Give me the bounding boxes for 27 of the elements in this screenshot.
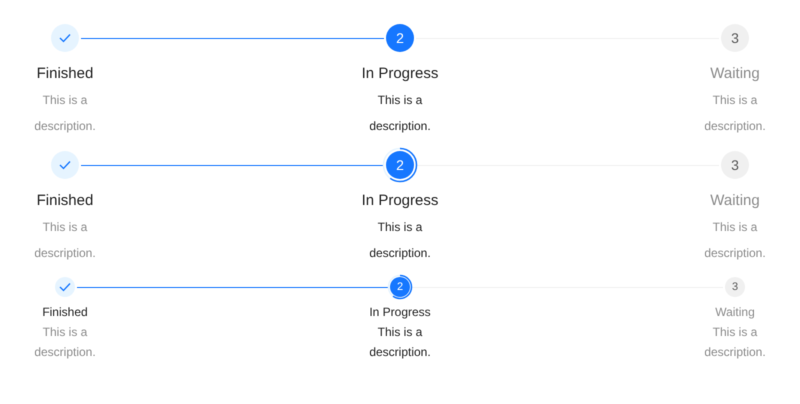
step-description: This is a description. (703, 324, 767, 361)
check-icon (55, 277, 75, 297)
step-title: Finished (42, 304, 88, 321)
step-title: In Progress (362, 64, 438, 84)
step-number: 2 (390, 277, 410, 297)
check-icon (51, 24, 79, 52)
step-number: 3 (721, 24, 749, 52)
step-description: This is a description. (703, 92, 767, 135)
step-description: This is a description. (368, 92, 432, 135)
check-icon (51, 151, 79, 179)
step-description: This is a description. (33, 219, 97, 262)
step-title: Waiting (710, 64, 760, 84)
step-title: In Progress (369, 304, 431, 321)
step-description: This is a description. (33, 324, 97, 361)
step-number: 3 (721, 151, 749, 179)
step-title: Finished (36, 191, 94, 211)
step-title: Waiting (710, 191, 760, 211)
step-number: 3 (725, 277, 745, 297)
step-description: This is a description. (368, 324, 432, 361)
step-number: 2 (386, 24, 414, 52)
step-number: 2 (386, 151, 414, 179)
step-title: Finished (36, 64, 94, 84)
step-description: This is a description. (33, 92, 97, 135)
step-title: In Progress (362, 191, 438, 211)
step-title: Waiting (715, 304, 755, 321)
step-description: This is a description. (703, 219, 767, 262)
step-description: This is a description. (368, 219, 432, 262)
